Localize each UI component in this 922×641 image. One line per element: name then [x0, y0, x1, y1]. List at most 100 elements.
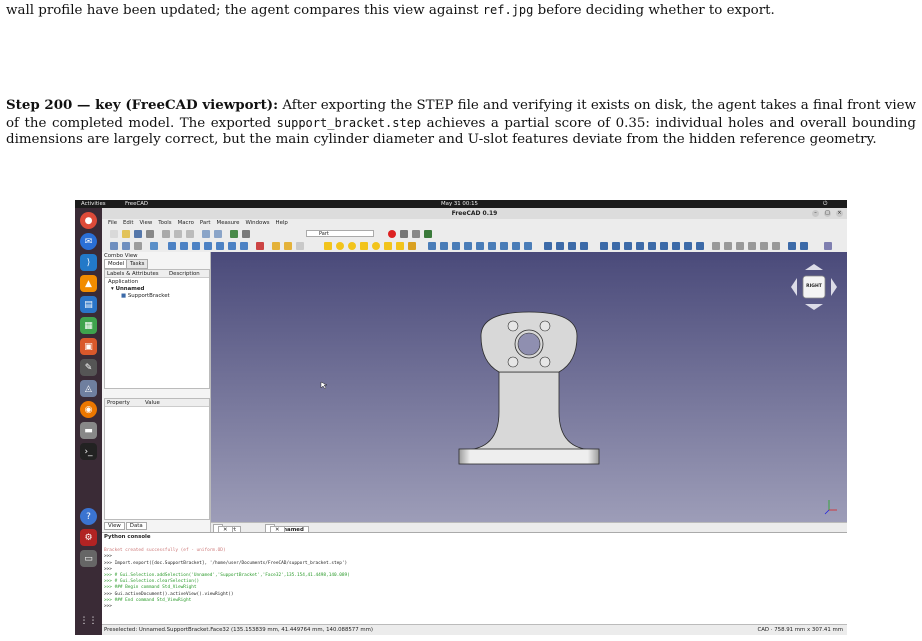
- tab-tasks[interactable]: Tasks: [126, 259, 149, 269]
- macros-icon[interactable]: [412, 230, 420, 238]
- section-icon[interactable]: [648, 242, 656, 250]
- cylinder-icon[interactable]: [336, 242, 344, 250]
- check-geometry-icon[interactable]: [636, 242, 644, 250]
- image-viewer-icon[interactable]: ◬: [80, 380, 97, 397]
- menu-measure[interactable]: Measure: [217, 220, 240, 226]
- trash-icon[interactable]: ▭: [80, 550, 97, 567]
- save-icon[interactable]: [134, 230, 142, 238]
- thickness-icon[interactable]: [684, 242, 692, 250]
- top-view-icon[interactable]: [192, 242, 200, 250]
- boolean-icon[interactable]: [544, 242, 552, 250]
- bounding-box-icon[interactable]: [150, 242, 158, 250]
- bolt-hole[interactable]: [539, 356, 551, 368]
- fillet-icon[interactable]: [464, 242, 472, 250]
- gimp-icon[interactable]: ✎: [80, 359, 97, 376]
- measure-linear-icon[interactable]: [712, 242, 720, 250]
- tree-item-application[interactable]: Application: [108, 279, 138, 285]
- power-icon[interactable]: ⏻: [823, 201, 827, 208]
- clock[interactable]: May 31 00:15: [441, 201, 478, 207]
- freecad-icon[interactable]: ⚙: [80, 529, 97, 546]
- cut-boolean-icon[interactable]: [556, 242, 564, 250]
- cross-section-icon[interactable]: [660, 242, 668, 250]
- activities-button[interactable]: Activities: [81, 201, 106, 207]
- revolve-icon[interactable]: [440, 242, 448, 250]
- menu-edit[interactable]: Edit: [123, 220, 133, 226]
- close-icon[interactable]: ×: [836, 210, 843, 217]
- sphere-icon[interactable]: [348, 242, 356, 250]
- isometric-icon[interactable]: [168, 242, 176, 250]
- link-icon[interactable]: [296, 242, 304, 250]
- draw-style-icon[interactable]: [134, 242, 142, 250]
- thunderbird-icon[interactable]: ✉: [80, 233, 97, 250]
- cube-icon[interactable]: [324, 242, 332, 250]
- workbench-selector[interactable]: Part: [306, 230, 374, 237]
- cone-icon[interactable]: [360, 242, 368, 250]
- shape-builder-icon[interactable]: [408, 242, 416, 250]
- new-icon[interactable]: [110, 230, 118, 238]
- calc-icon[interactable]: ▦: [80, 317, 97, 334]
- bolt-hole[interactable]: [507, 320, 519, 332]
- vscode-icon[interactable]: ⟩: [80, 254, 97, 271]
- split-icon[interactable]: [612, 242, 620, 250]
- make-face-icon[interactable]: [488, 242, 496, 250]
- measure-icon[interactable]: [256, 242, 264, 250]
- fuse-icon[interactable]: [568, 242, 576, 250]
- property-col-property[interactable]: Property: [107, 400, 130, 406]
- files-icon[interactable]: ▬: [80, 422, 97, 439]
- tree-col-labels[interactable]: Labels & Attributes: [107, 271, 159, 277]
- status-navigation-dimensions[interactable]: CAD · 758.91 mm x 307.41 mm: [757, 627, 843, 633]
- menu-part[interactable]: Part: [200, 220, 211, 226]
- menu-help[interactable]: Help: [276, 220, 288, 226]
- support-web[interactable]: [462, 371, 596, 451]
- base-plate[interactable]: [458, 448, 600, 465]
- tab-view[interactable]: View: [104, 522, 125, 530]
- writer-icon[interactable]: ▤: [80, 296, 97, 313]
- torus-icon[interactable]: [372, 242, 380, 250]
- compound-icon[interactable]: [624, 242, 632, 250]
- sweep-icon[interactable]: [524, 242, 532, 250]
- redo-icon[interactable]: [214, 230, 222, 238]
- right-view-icon[interactable]: [204, 242, 212, 250]
- cut-icon[interactable]: [162, 230, 170, 238]
- tree-item-supportbracket[interactable]: ■ SupportBracket: [121, 293, 170, 299]
- tree-col-description[interactable]: Description: [169, 271, 200, 277]
- vlc-icon[interactable]: ▲: [80, 275, 97, 292]
- part-icon[interactable]: [272, 242, 280, 250]
- paste-icon[interactable]: [186, 230, 194, 238]
- primitives-icon[interactable]: [396, 242, 404, 250]
- menu-file[interactable]: File: [108, 220, 117, 226]
- measure-angular-icon[interactable]: [724, 242, 732, 250]
- minimize-icon[interactable]: –: [812, 210, 819, 217]
- python-console[interactable]: Python console Bracket created successfu…: [102, 532, 847, 625]
- menu-view[interactable]: View: [139, 220, 152, 226]
- measure-refresh-icon[interactable]: [736, 242, 744, 250]
- join-icon[interactable]: [600, 242, 608, 250]
- extrude-icon[interactable]: [428, 242, 436, 250]
- refresh-icon[interactable]: [230, 230, 238, 238]
- app-menu[interactable]: FreeCAD: [125, 201, 148, 207]
- print-icon[interactable]: [146, 230, 154, 238]
- chamfer-icon[interactable]: [476, 242, 484, 250]
- menu-tools[interactable]: Tools: [158, 220, 171, 226]
- chrome-icon[interactable]: ●: [80, 212, 97, 229]
- terminal-icon[interactable]: ›_: [80, 443, 97, 460]
- left-view-icon[interactable]: [240, 242, 248, 250]
- app-grid-icon[interactable]: ⋮⋮: [80, 612, 98, 629]
- bottom-view-icon[interactable]: [228, 242, 236, 250]
- common-icon[interactable]: [580, 242, 588, 250]
- loft-icon[interactable]: [512, 242, 520, 250]
- rear-view-icon[interactable]: [216, 242, 224, 250]
- tab-data[interactable]: Data: [125, 522, 147, 530]
- support-bracket-model[interactable]: [211, 252, 847, 522]
- record-macro-icon[interactable]: [388, 230, 396, 238]
- bolt-hole[interactable]: [507, 356, 519, 368]
- front-view-icon[interactable]: [180, 242, 188, 250]
- tab-model[interactable]: Model: [104, 259, 129, 269]
- main-bore-inner[interactable]: [517, 332, 541, 356]
- copy-icon[interactable]: [174, 230, 182, 238]
- clear-all-icon[interactable]: [748, 242, 756, 250]
- view-overflow-icon[interactable]: [824, 242, 832, 250]
- mirror-icon[interactable]: [452, 242, 460, 250]
- toggle-all-icon[interactable]: [760, 242, 768, 250]
- attachment-icon[interactable]: [788, 242, 796, 250]
